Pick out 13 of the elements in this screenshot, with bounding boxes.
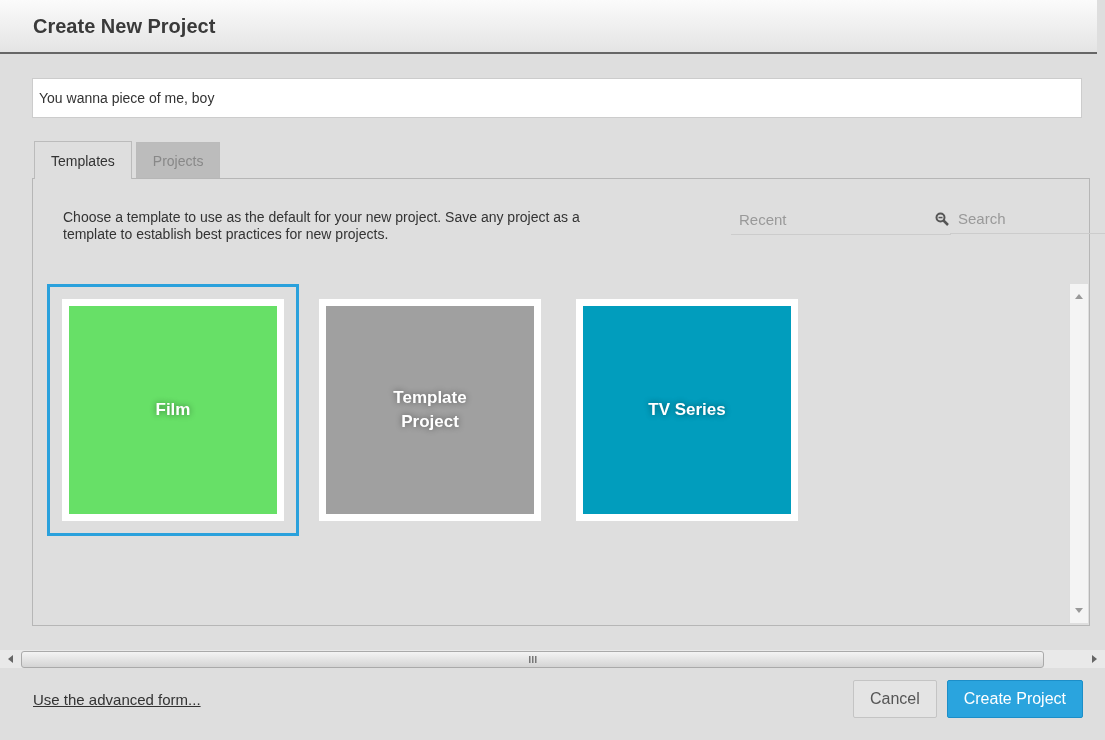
template-name: Film [154,399,192,421]
cancel-button[interactable]: Cancel [852,680,937,718]
description-text: Choose a template to use as the default for your new project. Save any project as a template to establish best practices for new projects. [63,209,581,244]
create-button[interactable]: Create Project [946,680,1083,718]
template-name: Template Project [392,387,468,433]
advanced-form-link[interactable]: Use the advanced form... [33,690,201,708]
template-tile[interactable]: Film [47,284,299,536]
template-name: TV Series [647,399,727,421]
tab[interactable]: Templates [34,141,132,179]
search-field[interactable]: Search [950,204,1105,234]
recent-field[interactable]: Recent [731,205,951,235]
dialog-title: Create New Project [33,14,216,38]
project-name-field[interactable]: You wanna piece of me, boy [32,78,1082,118]
